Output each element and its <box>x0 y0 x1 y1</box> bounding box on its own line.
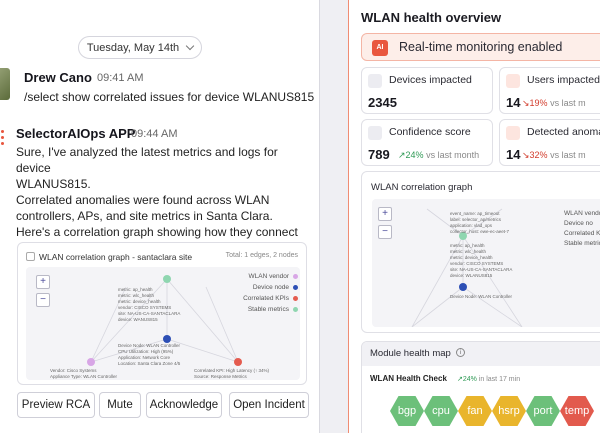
date-label: Tuesday, May 14th <box>86 41 180 54</box>
message-text: Sure, I've analyzed the latest metrics a… <box>16 144 308 240</box>
stat-value: 2345 <box>368 95 397 110</box>
stat-value: 14 <box>506 147 521 162</box>
stat-card-anomalies[interactable]: Detected anomalie 14 ↘32% vs last m <box>499 119 600 166</box>
app-avatar-icon <box>0 126 8 156</box>
mute-button[interactable]: Mute <box>99 392 141 418</box>
users-icon <box>506 74 520 88</box>
message-sender: Drew Cano <box>24 70 92 85</box>
node-label: Correlated KPI: High Latency (↑ 34%) Sou… <box>194 368 270 379</box>
message-line: WLANUS815. <box>16 177 91 191</box>
node-label: Device Node: WLAN Controller <box>450 294 513 299</box>
stat-value: 14 <box>506 95 521 110</box>
avatar <box>0 68 10 100</box>
node-label: Vendor: Cisco Systems Appliance Type: WL… <box>50 368 117 379</box>
legend-item: Device node <box>218 284 298 291</box>
legend-item: WLAN vendor <box>218 273 298 280</box>
hex-module-port[interactable]: port <box>526 396 560 426</box>
module-health-section: Module health map i WLAN Health Check ↗2… <box>361 341 600 433</box>
stat-label: Devices impacted <box>389 74 472 86</box>
health-check-trend: ↗24% in last 17 min <box>457 376 521 383</box>
banner-text: Real-time monitoring enabled <box>399 40 563 54</box>
select-checkbox[interactable] <box>26 252 35 261</box>
stat-trend: ↘32% vs last m <box>522 150 586 160</box>
graph-card-title: WLAN correlation graph - santaclara site <box>39 252 193 262</box>
hex-module-bgp[interactable]: bgp <box>390 396 424 426</box>
node-label: metric: ap_health metric: wlc_health met… <box>118 287 181 322</box>
message-line: Sure, I've analyzed the latest metrics a… <box>16 145 278 175</box>
node-device <box>459 283 467 291</box>
message-line: controllers, APs, and site metrics in Sa… <box>16 209 273 223</box>
acknowledge-button[interactable]: Acknowledge <box>146 392 222 418</box>
section-title: Module health map <box>370 348 451 359</box>
stat-value: 789 <box>368 147 390 162</box>
node-label: event_name: ap_timeout label: selector_a… <box>450 211 510 234</box>
stat-card-users[interactable]: Users impacted 14 ↘19% vs last m <box>499 67 600 114</box>
message-time: 09:41 AM <box>97 72 144 84</box>
zoom-out-button[interactable]: − <box>36 293 50 307</box>
stat-card-devices[interactable]: Devices impacted 2345 <box>361 67 493 114</box>
node-correlated-kpi <box>234 358 242 366</box>
message-time: 09:44 AM <box>131 128 178 140</box>
legend-item: WLAN vendo <box>564 210 600 217</box>
chevron-down-icon <box>185 41 195 51</box>
zoom-in-button[interactable]: + <box>378 207 392 221</box>
node-label: Device Node: WLAN Controller CPU Utiliza… <box>118 343 181 366</box>
trend-up-icon: ↗ <box>398 150 406 160</box>
node-device <box>163 335 171 343</box>
monitoring-banner: AI Real-time monitoring enabled <box>361 33 600 61</box>
correlation-graph-card: WLAN correlation graph - santaclara site… <box>17 242 307 385</box>
graph-legend: WLAN vendo Device no Correlated K Stable… <box>564 209 600 249</box>
trend-down-icon: ↘ <box>522 98 530 108</box>
node-stable-metric <box>163 275 171 283</box>
zoom-out-button[interactable]: − <box>378 225 392 239</box>
zoom-in-button[interactable]: + <box>36 275 50 289</box>
hex-module-temp[interactable]: temp <box>560 396 594 426</box>
hex-module-cpu[interactable]: cpu <box>424 396 458 426</box>
legend-item: Correlated K <box>564 230 600 237</box>
graph-legend: WLAN vendor Device node Correlated KPIs … <box>218 273 298 317</box>
node-wlan-vendor <box>87 358 95 366</box>
barcode-icon <box>368 126 382 140</box>
stat-label: Users impacted <box>527 74 600 86</box>
preview-rca-button[interactable]: Preview RCA <box>17 392 95 418</box>
correlation-graph-section: WLAN correlation graph + − event_name: a… <box>361 171 600 333</box>
anomaly-icon <box>506 126 520 140</box>
stat-label: Detected anomalie <box>527 126 600 138</box>
graph-card-meta: Total: 1 edges, 2 nodes <box>225 252 298 259</box>
stat-trend: ↘19% vs last m <box>522 98 586 108</box>
health-check-title: WLAN Health Check <box>370 374 447 383</box>
stat-trend: ↗24% vs last month <box>398 150 480 160</box>
ai-icon: AI <box>372 40 388 56</box>
panel-title: WLAN health overview <box>361 10 502 25</box>
trend-down-icon: ↘ <box>522 150 530 160</box>
date-selector[interactable]: Tuesday, May 14th <box>78 36 202 59</box>
legend-item: Stable metric <box>564 240 600 247</box>
chat-panel: Tuesday, May 14th Drew Cano 09:41 AM /se… <box>0 0 320 433</box>
hex-module-hsrp[interactable]: hsrp <box>492 396 526 426</box>
message-sender: SelectorAIOps APP <box>16 126 136 141</box>
hex-module-fan[interactable]: fan <box>458 396 492 426</box>
message-line: Here's a correlation graph showing how t… <box>16 225 298 239</box>
device-icon <box>368 74 382 88</box>
message-line: Correlated anomalies were found across W… <box>16 193 270 207</box>
graph-canvas[interactable]: + − event_name: ap_timeout label: select… <box>372 199 600 327</box>
legend-item: Correlated KPIs <box>218 295 298 302</box>
legend-item: Device no <box>564 220 593 227</box>
message-text: /select show correlated issues for devic… <box>24 90 315 104</box>
open-incident-button[interactable]: Open Incident <box>229 392 309 418</box>
legend-item: Stable metrics <box>218 306 298 313</box>
wlan-health-panel: WLAN health overview AI Real-time monito… <box>348 0 600 433</box>
section-title: WLAN correlation graph <box>371 182 473 193</box>
stat-card-confidence[interactable]: Confidence score 789 ↗24% vs last month <box>361 119 493 166</box>
node-label: metric: ap_health metric: wlc_health met… <box>450 243 513 278</box>
stat-label: Confidence score <box>389 126 471 138</box>
info-icon[interactable]: i <box>456 348 465 357</box>
